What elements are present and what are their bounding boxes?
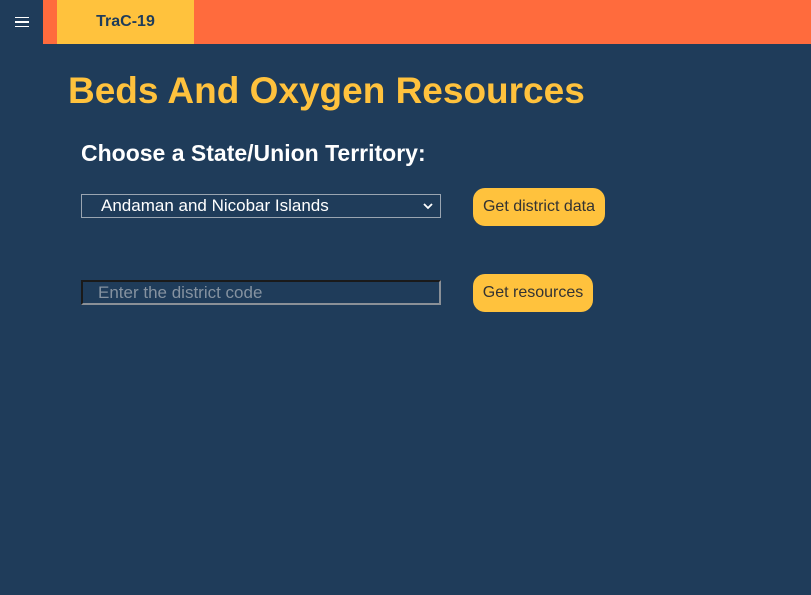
get-district-data-button[interactable]: Get district data [473,188,605,226]
state-select-label: Choose a State/Union Territory: [81,140,426,166]
get-resources-button[interactable]: Get resources [473,274,593,312]
hamburger-menu-icon [14,16,29,28]
menu-button[interactable] [0,0,43,44]
district-code-input[interactable] [81,280,441,305]
state-select[interactable]: Andaman and Nicobar Islands [81,194,441,218]
page-title: Beds And Oxygen Resources [68,70,585,111]
state-select-value: Andaman and Nicobar Islands [101,196,329,215]
brand-link[interactable]: TraC-19 [57,0,194,44]
chevron-down-icon [423,203,433,210]
top-bar: TraC-19 [0,0,811,44]
